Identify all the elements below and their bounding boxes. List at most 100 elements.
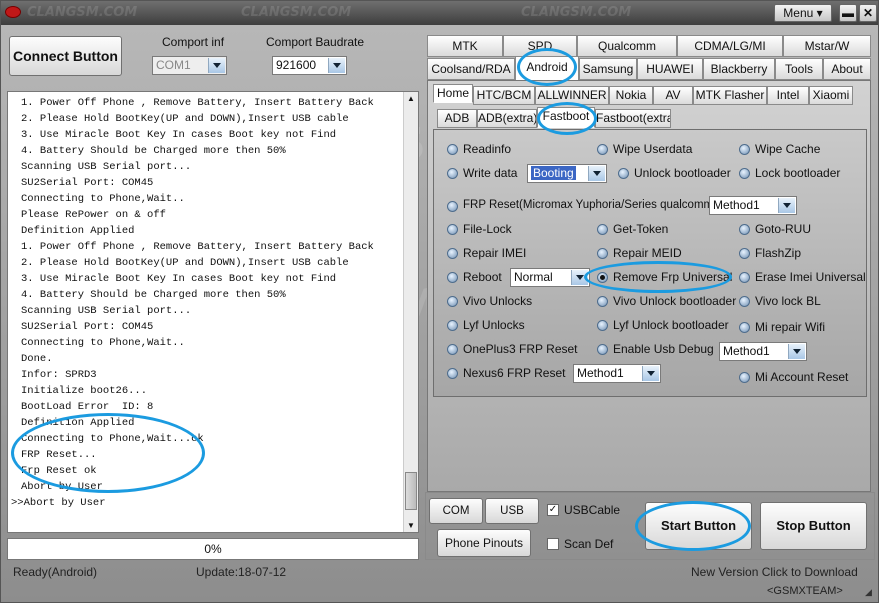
tab-mtk[interactable]: MTK xyxy=(427,35,503,57)
unlock-bootloader-label: Unlock bootloader xyxy=(634,166,731,180)
write-data-radio[interactable] xyxy=(447,168,458,179)
progress-text: 0% xyxy=(204,542,222,556)
tab-adb[interactable]: ADB xyxy=(437,109,477,128)
tab-mstar-w[interactable]: Mstar/W xyxy=(783,35,871,57)
connect-button[interactable]: Connect Button xyxy=(9,36,122,76)
mi-account-reset-radio[interactable] xyxy=(739,372,750,383)
nexus6-frp-radio[interactable] xyxy=(447,368,458,379)
tab-tools[interactable]: Tools xyxy=(775,58,823,80)
goto-ruu-radio[interactable] xyxy=(739,224,750,235)
tab-nokia[interactable]: Nokia xyxy=(609,86,653,105)
remove-frp-label: Remove Frp Universal xyxy=(613,270,733,284)
mi-repair-wifi-radio[interactable] xyxy=(739,322,750,333)
phone-pinouts-button[interactable]: Phone Pinouts xyxy=(437,529,531,557)
log-line: FRP Reset... xyxy=(21,449,97,461)
log-textarea[interactable]: 1. Power Off Phone , Remove Battery, Ins… xyxy=(7,91,419,533)
usb-debug-method-select[interactable]: Method1 xyxy=(719,342,807,361)
tab-xiaomi[interactable]: Xiaomi xyxy=(809,86,853,105)
lyf-unlocks-radio[interactable] xyxy=(447,320,458,331)
tab-blackberry[interactable]: Blackberry xyxy=(703,58,775,80)
watermark-text: CLANGSM.COM xyxy=(241,5,352,20)
tab-fastboot[interactable]: Fastboot xyxy=(537,107,595,128)
tab-qualcomm[interactable]: Qualcomm xyxy=(577,35,677,57)
tab-cdma-lg-mi[interactable]: CDMA/LG/MI xyxy=(677,35,783,57)
comport-select[interactable]: COM1 xyxy=(152,56,227,75)
tab-mtk-flasher[interactable]: MTK Flasher xyxy=(693,86,767,105)
tab-about[interactable]: About xyxy=(823,58,871,80)
tab-android[interactable]: Android xyxy=(515,56,579,81)
usb-scan-button[interactable]: USB Scan xyxy=(485,498,539,541)
unlock-bootloader-radio[interactable] xyxy=(618,168,629,179)
scroll-up-icon[interactable]: ▲ xyxy=(407,94,415,103)
reboot-radio[interactable] xyxy=(447,272,458,283)
watermark-text: CLANGSM.COM xyxy=(27,5,138,20)
enable-usb-debug-radio[interactable] xyxy=(597,344,608,355)
tab-samsung[interactable]: Samsung xyxy=(579,58,637,80)
vivo-unlock-bl-label: Vivo Unlock bootloader xyxy=(613,294,737,308)
reboot-mode-select[interactable]: Normal xyxy=(510,268,590,287)
resize-grip-icon[interactable]: ◢ xyxy=(865,587,872,598)
vivo-unlocks-label: Vivo Unlocks xyxy=(463,294,533,308)
status-text: Ready(Android) xyxy=(13,565,98,579)
tab-huawei[interactable]: HUAWEI xyxy=(637,58,703,80)
menu-label: Menu xyxy=(783,6,814,20)
repair-meid-radio[interactable] xyxy=(597,248,608,259)
vivo-unlock-bl-radio[interactable] xyxy=(597,296,608,307)
flashzip-label: FlashZip xyxy=(755,246,802,260)
minimize-button[interactable]: ▬ xyxy=(839,4,857,22)
tab-coolsand-rda[interactable]: Coolsand/RDA xyxy=(427,58,515,80)
chevron-down-icon xyxy=(778,198,795,213)
frp-method-value: Method1 xyxy=(713,198,760,212)
stop-button[interactable]: Stop Button xyxy=(760,502,867,550)
enable-usb-debug-label: Enable Usb Debug xyxy=(613,342,714,356)
wipe-cache-radio[interactable] xyxy=(739,144,750,155)
tab-adb-extra[interactable]: ADB(extra) xyxy=(477,109,537,128)
vivo-unlocks-radio[interactable] xyxy=(447,296,458,307)
start-button[interactable]: Start Button xyxy=(645,502,752,550)
repair-imei-label: Repair IMEI xyxy=(463,246,527,260)
wipe-userdata-radio[interactable] xyxy=(597,144,608,155)
baud-value: 921600 xyxy=(276,58,317,72)
com-scan-button[interactable]: COM Scan xyxy=(429,498,483,541)
flashzip-radio[interactable] xyxy=(739,248,750,259)
repair-imei-radio[interactable] xyxy=(447,248,458,259)
tab-intel[interactable]: Intel xyxy=(767,86,809,105)
lock-bootloader-radio[interactable] xyxy=(739,168,750,179)
tab-fastboot-extra[interactable]: Fastboot(extra) xyxy=(595,109,671,128)
tab-htc-bcm[interactable]: HTC/BCM xyxy=(473,86,535,105)
write-data-select[interactable]: Booting xyxy=(527,164,607,183)
chevron-down-icon xyxy=(208,58,225,73)
oneplus3-frp-radio[interactable] xyxy=(447,344,458,355)
frp-method-select[interactable]: Method1 xyxy=(709,196,797,215)
log-line: Definition Applied xyxy=(21,225,135,237)
lyf-unlock-bl-radio[interactable] xyxy=(597,320,608,331)
tab-av[interactable]: AV xyxy=(653,86,693,105)
remove-frp-radio[interactable] xyxy=(597,272,608,283)
file-lock-radio[interactable] xyxy=(447,224,458,235)
nexus6-method-select[interactable]: Method1 xyxy=(573,364,661,383)
vivo-lock-bl-radio[interactable] xyxy=(739,296,750,307)
readinfo-radio[interactable] xyxy=(447,144,458,155)
get-token-radio[interactable] xyxy=(597,224,608,235)
wipe-userdata-label: Wipe Userdata xyxy=(613,142,693,156)
frp-reset-radio[interactable] xyxy=(447,201,458,212)
scroll-thumb[interactable] xyxy=(405,472,417,510)
tab-spd[interactable]: SPD xyxy=(503,35,577,57)
close-button[interactable]: ✕ xyxy=(859,4,877,22)
menu-button[interactable]: Menu ▾ xyxy=(774,4,832,22)
title-bar: CLANGSM.COM CLANGSM.COM CLANGSM.COM Menu… xyxy=(1,1,878,25)
tab-allwinner[interactable]: ALLWINNER xyxy=(535,86,609,105)
log-scrollbar[interactable]: ▲ ▼ xyxy=(403,92,418,532)
tab-home[interactable]: Home xyxy=(433,84,473,103)
scroll-down-icon[interactable]: ▼ xyxy=(407,521,415,530)
baud-select[interactable]: 921600 xyxy=(272,56,347,75)
erase-imei-radio[interactable] xyxy=(739,272,750,283)
scan-def-checkbox[interactable] xyxy=(547,538,559,550)
log-line: Connecting to Phone,Wait.. xyxy=(21,337,185,349)
nexus6-frp-label: Nexus6 FRP Reset xyxy=(463,366,566,380)
log-line: >>Abort by User xyxy=(11,497,106,509)
scan-def-label: Scan Def xyxy=(564,537,614,551)
new-version-link[interactable]: New Version Click to Download xyxy=(691,565,858,579)
log-line: Initialize boot26... xyxy=(21,385,148,397)
usbcable-checkbox[interactable]: ✓ xyxy=(547,504,559,516)
